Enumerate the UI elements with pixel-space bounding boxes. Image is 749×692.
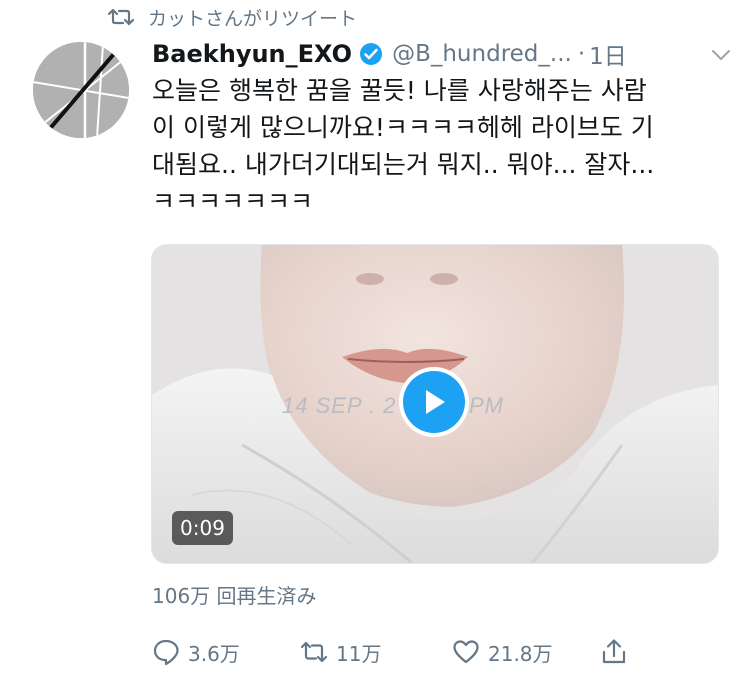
video-duration-badge: 0:09 bbox=[172, 511, 233, 545]
tweet-text-line: 오늘은 행복한 꿈을 꿀듯! 나를 사랑해주는 사람 bbox=[152, 76, 647, 105]
play-icon bbox=[426, 390, 445, 414]
avatar-image bbox=[33, 42, 129, 138]
reply-count: 3.6万 bbox=[188, 641, 240, 666]
share-button[interactable] bbox=[600, 634, 636, 670]
author-name[interactable]: Baekhyun_EXO bbox=[152, 40, 352, 68]
time-separator: · bbox=[577, 41, 586, 67]
play-button[interactable] bbox=[399, 367, 469, 437]
retweet-button[interactable]: 11万 bbox=[300, 634, 381, 670]
tweet-text-line: 대됨요.. 내가더기대되는거 뭐지.. 뭐야... 잘자... bbox=[152, 150, 655, 179]
tweet-header: Baekhyun_EXO @B_hundred_... · 1日 bbox=[152, 36, 732, 72]
tweet-text-line: 이 이렇게 많으니까요!ㅋㅋㅋㅋ헤헤 라이브도 기 bbox=[152, 113, 654, 142]
avatar[interactable] bbox=[33, 42, 129, 138]
tweet-text: 오늘은 행복한 꿈을 꿀듯! 나를 사랑해주는 사람 이 이렇게 많으니까요!ㅋ… bbox=[152, 72, 732, 220]
chevron-down-icon[interactable] bbox=[710, 44, 732, 66]
tweet-actions: 3.6万 11万 21.8万 bbox=[152, 634, 642, 670]
retweet-count: 11万 bbox=[336, 641, 382, 666]
view-count: 106万 回再生済み bbox=[152, 584, 317, 608]
retweet-icon bbox=[300, 641, 328, 663]
retweet-banner[interactable]: カットさんがリツイート bbox=[108, 4, 357, 30]
like-button[interactable]: 21.8万 bbox=[452, 634, 553, 670]
reply-button[interactable]: 3.6万 bbox=[152, 634, 240, 670]
reply-icon bbox=[153, 639, 179, 666]
tweet-time[interactable]: 1日 bbox=[589, 37, 627, 71]
share-icon bbox=[602, 639, 626, 664]
heart-icon bbox=[453, 640, 479, 664]
retweet-banner-text: カットさんがリツイート bbox=[148, 7, 358, 30]
author-handle[interactable]: @B_hundred_... bbox=[392, 41, 572, 67]
video-player[interactable]: 14 SEP . 2 11:22 PM 0:09 bbox=[151, 244, 719, 564]
play-button-circle bbox=[403, 371, 465, 433]
retweet-icon bbox=[108, 8, 134, 26]
video-timestamp-overlay: 14 SEP . 2 11:22 PM bbox=[282, 393, 505, 418]
like-count: 21.8万 bbox=[488, 641, 553, 666]
tweet-text-line: ㅋㅋㅋㅋㅋㅋㅋ bbox=[152, 187, 314, 216]
verified-badge-icon bbox=[360, 43, 383, 65]
